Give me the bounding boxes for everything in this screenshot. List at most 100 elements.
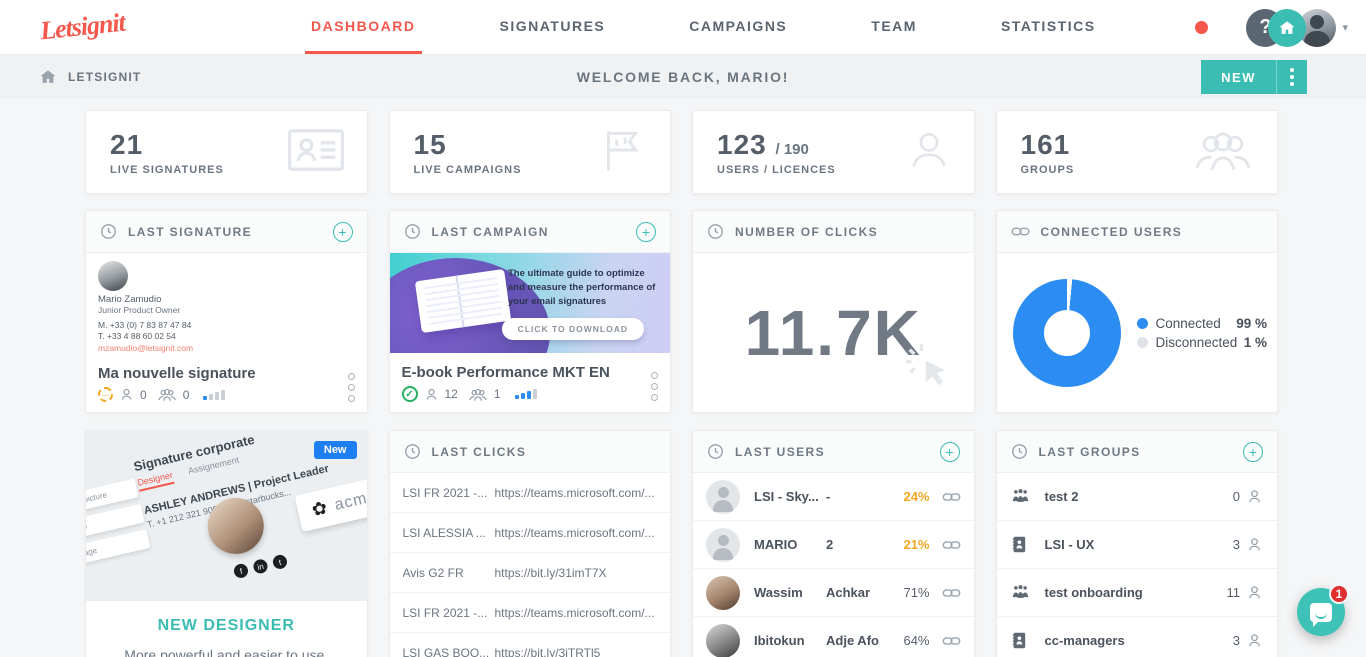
add-group-button[interactable]: + <box>1243 442 1263 462</box>
groups-count: 1 <box>494 387 501 401</box>
card-header: LAST CLICKS <box>390 431 671 473</box>
new-button-menu-icon[interactable] <box>1277 68 1307 86</box>
signature-role: Junior Product Owner <box>98 305 355 315</box>
click-row[interactable]: LSI GAS BOO... https://bit.ly/3iTRTl5 <box>390 633 671 657</box>
groups-count: 0 <box>183 388 190 402</box>
stat-live-campaigns[interactable]: 15 LIVE CAMPAIGNS <box>389 110 672 194</box>
nav-statistics[interactable]: STATISTICS <box>995 0 1102 54</box>
home-circle-icon[interactable] <box>1268 9 1306 47</box>
chevron-down-icon[interactable]: ▾ <box>1342 21 1348 34</box>
nav-dashboard[interactable]: DASHBOARD <box>305 0 422 54</box>
letsignit-logo[interactable]: Letsignit <box>0 0 250 54</box>
add-user-button[interactable]: + <box>940 442 960 462</box>
company-logo-icon: ✿ <box>310 497 329 521</box>
click-url[interactable]: https://teams.microsoft.com/... <box>495 486 655 500</box>
users-group-icon <box>468 387 488 402</box>
stat-groups[interactable]: 161 GROUPS <box>996 110 1279 194</box>
click-url[interactable]: https://bit.ly/3iTRTl5 <box>495 646 601 657</box>
logo-text: Letsignit <box>39 8 127 47</box>
cursor-click-icon <box>904 341 956 398</box>
group-row[interactable]: cc-managers 3 <box>997 617 1278 657</box>
group-count: 11 <box>1227 585 1241 600</box>
clock-icon <box>707 443 724 460</box>
user-row[interactable]: LSI - Sky... - 24% <box>693 473 974 521</box>
card-header: NUMBER OF CLICKS <box>693 211 974 253</box>
stat-value: 21 <box>110 129 224 161</box>
card-title: LAST SIGNATURE <box>128 225 322 239</box>
user-row[interactable]: Wassim Achkar 71% <box>693 569 974 617</box>
stat-live-signatures[interactable]: 21 LIVE SIGNATURES <box>85 110 368 194</box>
user-first-name: Wassim <box>754 585 826 600</box>
new-designer-description: More powerful and easier to use. Create … <box>86 645 367 657</box>
signature-item-name[interactable]: Ma nouvelle signature <box>98 365 355 382</box>
stat-value: 15 <box>414 129 522 161</box>
avatar <box>706 576 740 610</box>
card-title: LAST GROUPS <box>1039 445 1233 459</box>
campaign-item-meta: ✓ 12 1 <box>402 386 659 402</box>
click-url[interactable]: https://teams.microsoft.com/... <box>495 606 655 620</box>
card-title: LAST USERS <box>735 445 929 459</box>
new-badge: New <box>314 441 357 459</box>
signature-preview[interactable]: Mario Zamudio Junior Product Owner M. +3… <box>86 253 367 359</box>
group-row[interactable]: test 2 0 <box>997 473 1278 521</box>
clock-icon <box>404 223 421 240</box>
new-button[interactable]: NEW <box>1201 60 1307 94</box>
nav-signatures[interactable]: SIGNATURES <box>494 0 612 54</box>
nav-team[interactable]: TEAM <box>865 0 923 54</box>
nav-campaigns[interactable]: CAMPAIGNS <box>683 0 793 54</box>
designer-chip: Image <box>86 529 150 566</box>
users-count: 12 <box>445 387 458 401</box>
user-row[interactable]: MARIO 2 21% <box>693 521 974 569</box>
users-count: 0 <box>140 388 147 402</box>
group-count: 0 <box>1233 489 1240 504</box>
click-url[interactable]: https://teams.microsoft.com/... <box>495 526 655 540</box>
card-title: LAST CLICKS <box>432 445 657 459</box>
nav-right-cluster: ? ▾ <box>1195 0 1348 55</box>
click-row[interactable]: LSI FR 2021 -... https://teams.microsoft… <box>390 593 671 633</box>
user-row[interactable]: Ibitokun Adje Afo 64% <box>693 617 974 657</box>
users-group-icon <box>1191 126 1255 179</box>
donut-chart <box>1013 279 1121 387</box>
legend-dot-connected <box>1137 318 1148 329</box>
signature-item-meta: ... 0 0 <box>98 387 355 402</box>
clicks-value: 11.7K <box>745 296 922 370</box>
user-last-name: - <box>826 489 894 504</box>
link-icon <box>942 538 961 552</box>
more-options-icon[interactable] <box>651 372 658 401</box>
card-header: LAST SIGNATURE + <box>86 211 367 253</box>
twitter-icon: t <box>272 554 289 571</box>
more-options-icon[interactable] <box>348 373 355 402</box>
click-row[interactable]: Avis G2 FR https://bit.ly/31imT7X <box>390 553 671 593</box>
click-row[interactable]: LSI ALESSIA ... https://teams.microsoft.… <box>390 513 671 553</box>
new-designer-card[interactable]: New Profil picture Logo Image Signature … <box>85 430 368 657</box>
welcome-message: WELCOME BACK, MARIO! <box>0 69 1366 85</box>
user-percent: 21% <box>894 537 930 552</box>
user-first-name: MARIO <box>754 537 826 552</box>
last-signature-card: LAST SIGNATURE + Mario Zamudio Junior Pr… <box>85 210 368 413</box>
click-row[interactable]: LSI FR 2021 -... https://teams.microsoft… <box>390 473 671 513</box>
add-campaign-button[interactable]: + <box>636 222 656 242</box>
id-card-icon <box>287 126 345 179</box>
facebook-icon: f <box>233 563 250 580</box>
signature-email: mzamudio@letsignit.com <box>98 343 355 353</box>
welcome-bar: LETSIGNIT WELCOME BACK, MARIO! NEW <box>0 55 1366 99</box>
chat-launcher-button[interactable]: 1 <box>1297 588 1345 636</box>
campaign-banner-preview[interactable]: The ultimate guide to optimize and measu… <box>390 253 671 353</box>
user-icon <box>424 387 439 402</box>
click-url[interactable]: https://bit.ly/31imT7X <box>495 566 607 580</box>
last-clicks-card: LAST CLICKS LSI FR 2021 -... https://tea… <box>389 430 672 657</box>
user-percent: 71% <box>894 585 930 600</box>
add-signature-button[interactable]: + <box>333 222 353 242</box>
company-name: acme <box>333 487 367 514</box>
chat-icon <box>1310 603 1332 622</box>
group-row[interactable]: test onboarding 11 <box>997 569 1278 617</box>
group-name: cc-managers <box>1045 633 1233 648</box>
campaign-item-name[interactable]: E-book Performance MKT EN <box>402 364 659 381</box>
user-last-name: Adje Afo <box>826 633 894 648</box>
group-people-icon <box>1011 488 1031 505</box>
stat-users-licences[interactable]: 123 / 190 USERS / LICENCES <box>692 110 975 194</box>
connected-users-card: CONNECTED USERS Connected 99 % Disconnec… <box>996 210 1279 413</box>
stats-bars-icon <box>203 390 225 400</box>
group-row[interactable]: LSI - UX 3 <box>997 521 1278 569</box>
new-designer-heading[interactable]: NEW DESIGNER <box>86 617 367 635</box>
